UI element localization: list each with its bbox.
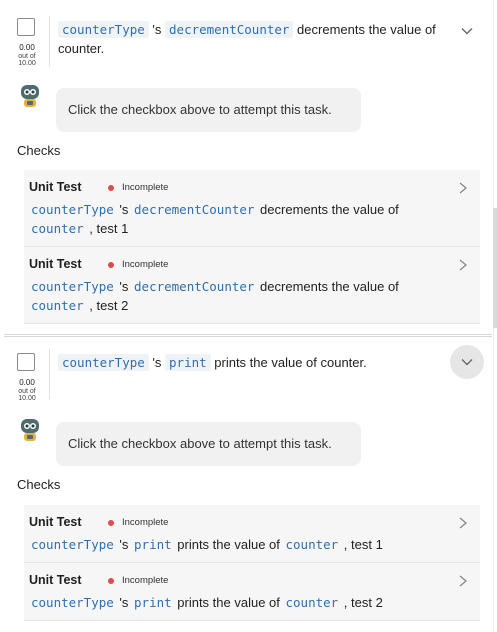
target-code: counter — [285, 537, 339, 552]
desc-possessive: 's — [115, 537, 133, 552]
scrollbar-thumb[interactable] — [493, 208, 497, 328]
desc-middle: decrements the value of — [256, 202, 399, 217]
check-status: Incomplete — [122, 182, 169, 193]
class-name-code: counterType — [58, 354, 149, 371]
incomplete-dot-icon — [108, 262, 114, 268]
desc-possessive: 's — [115, 595, 133, 610]
task-score: 0.00 out of 10.00 — [8, 378, 46, 403]
method-code: decrementCounter — [134, 202, 255, 217]
check-status: Incomplete — [122, 517, 169, 528]
check-name: Unit Test — [29, 515, 82, 529]
incomplete-dot-icon — [108, 185, 114, 191]
chevron-right-icon — [459, 259, 468, 271]
title-possessive: 's — [148, 22, 166, 37]
check-description: counterType 's decrementCounter decremen… — [29, 200, 429, 238]
chevron-down-icon — [461, 359, 473, 366]
title-possessive: 's — [148, 355, 166, 370]
check-row[interactable]: Unit Test Incomplete counterType 's prin… — [24, 563, 480, 621]
desc-suffix: , test 2 — [85, 298, 129, 313]
expand-toggle-button[interactable] — [450, 14, 484, 48]
desc-suffix: , test 2 — [340, 595, 383, 610]
check-row[interactable]: Unit Test Incomplete counterType 's decr… — [24, 170, 480, 247]
score-out-of: out of — [18, 53, 36, 60]
robot-icon — [21, 419, 39, 441]
check-description: counterType 's print prints the value of… — [29, 593, 429, 612]
class-name-code: counterType — [31, 202, 114, 217]
check-name: Unit Test — [29, 257, 82, 271]
chevron-right-icon — [459, 575, 468, 587]
attempt-prompt: Click the checkbox above to attempt this… — [56, 88, 361, 132]
check-status: Incomplete — [122, 259, 169, 270]
target-code: counter — [285, 595, 339, 610]
attempt-checkbox[interactable] — [17, 18, 35, 36]
desc-middle: prints the value of — [173, 537, 284, 552]
attempt-checkbox[interactable] — [17, 353, 35, 371]
score-out-of: out of — [18, 388, 36, 395]
target-code: counter — [31, 221, 84, 236]
checks-heading: Checks — [17, 143, 61, 158]
incomplete-dot-icon — [108, 520, 114, 526]
method-code: print — [165, 354, 211, 371]
check-status: Incomplete — [122, 575, 169, 586]
score-value: 0.00 — [19, 378, 35, 387]
task-header: 0.00 out of 10.00 counterType 's decreme… — [4, 0, 492, 72]
incomplete-dot-icon — [108, 578, 114, 584]
check-description: counterType 's decrementCounter decremen… — [29, 277, 429, 315]
chevron-down-icon — [461, 28, 473, 35]
title-rest: prints the value of counter. — [210, 355, 367, 370]
task-card: 0.00 out of 10.00 counterType 's decreme… — [4, 0, 492, 335]
expand-toggle-button[interactable] — [450, 345, 484, 379]
check-row[interactable]: Unit Test Incomplete counterType 's prin… — [24, 505, 480, 563]
desc-middle: prints the value of — [173, 595, 284, 610]
method-code: decrementCounter — [165, 21, 294, 38]
attempt-prompt: Click the checkbox above to attempt this… — [56, 422, 361, 466]
method-code: print — [134, 537, 172, 552]
desc-possessive: 's — [115, 279, 133, 294]
score-value: 0.00 — [19, 43, 35, 52]
class-name-code: counterType — [31, 595, 114, 610]
desc-middle: decrements the value of — [256, 279, 399, 294]
checks-heading: Checks — [17, 477, 61, 492]
class-name-code: counterType — [31, 537, 114, 552]
desc-possessive: 's — [115, 202, 133, 217]
chevron-right-icon — [459, 182, 468, 194]
robot-icon — [21, 85, 39, 107]
header-divider — [49, 349, 50, 399]
task-card: 0.00 out of 10.00 counterType 's print p… — [4, 336, 492, 629]
chevron-right-icon — [459, 517, 468, 529]
check-description: counterType 's print prints the value of… — [29, 535, 429, 554]
class-name-code: counterType — [31, 279, 114, 294]
check-name: Unit Test — [29, 180, 82, 194]
task-title: counterType 's decrementCounter decremen… — [58, 20, 453, 58]
task-header: 0.00 out of 10.00 counterType 's print p… — [4, 337, 492, 409]
check-row[interactable]: Unit Test Incomplete counterType 's decr… — [24, 247, 480, 324]
task-score: 0.00 out of 10.00 — [8, 43, 46, 68]
desc-suffix: , test 1 — [85, 221, 129, 236]
desc-suffix: , test 1 — [340, 537, 383, 552]
target-code: counter — [31, 298, 84, 313]
score-max: 10.00 — [18, 395, 36, 402]
task-title: counterType 's print prints the value of… — [58, 353, 453, 372]
method-code: print — [134, 595, 172, 610]
check-name: Unit Test — [29, 573, 82, 587]
score-max: 10.00 — [18, 60, 36, 67]
method-code: decrementCounter — [134, 279, 255, 294]
header-divider — [49, 16, 50, 66]
class-name-code: counterType — [58, 21, 149, 38]
